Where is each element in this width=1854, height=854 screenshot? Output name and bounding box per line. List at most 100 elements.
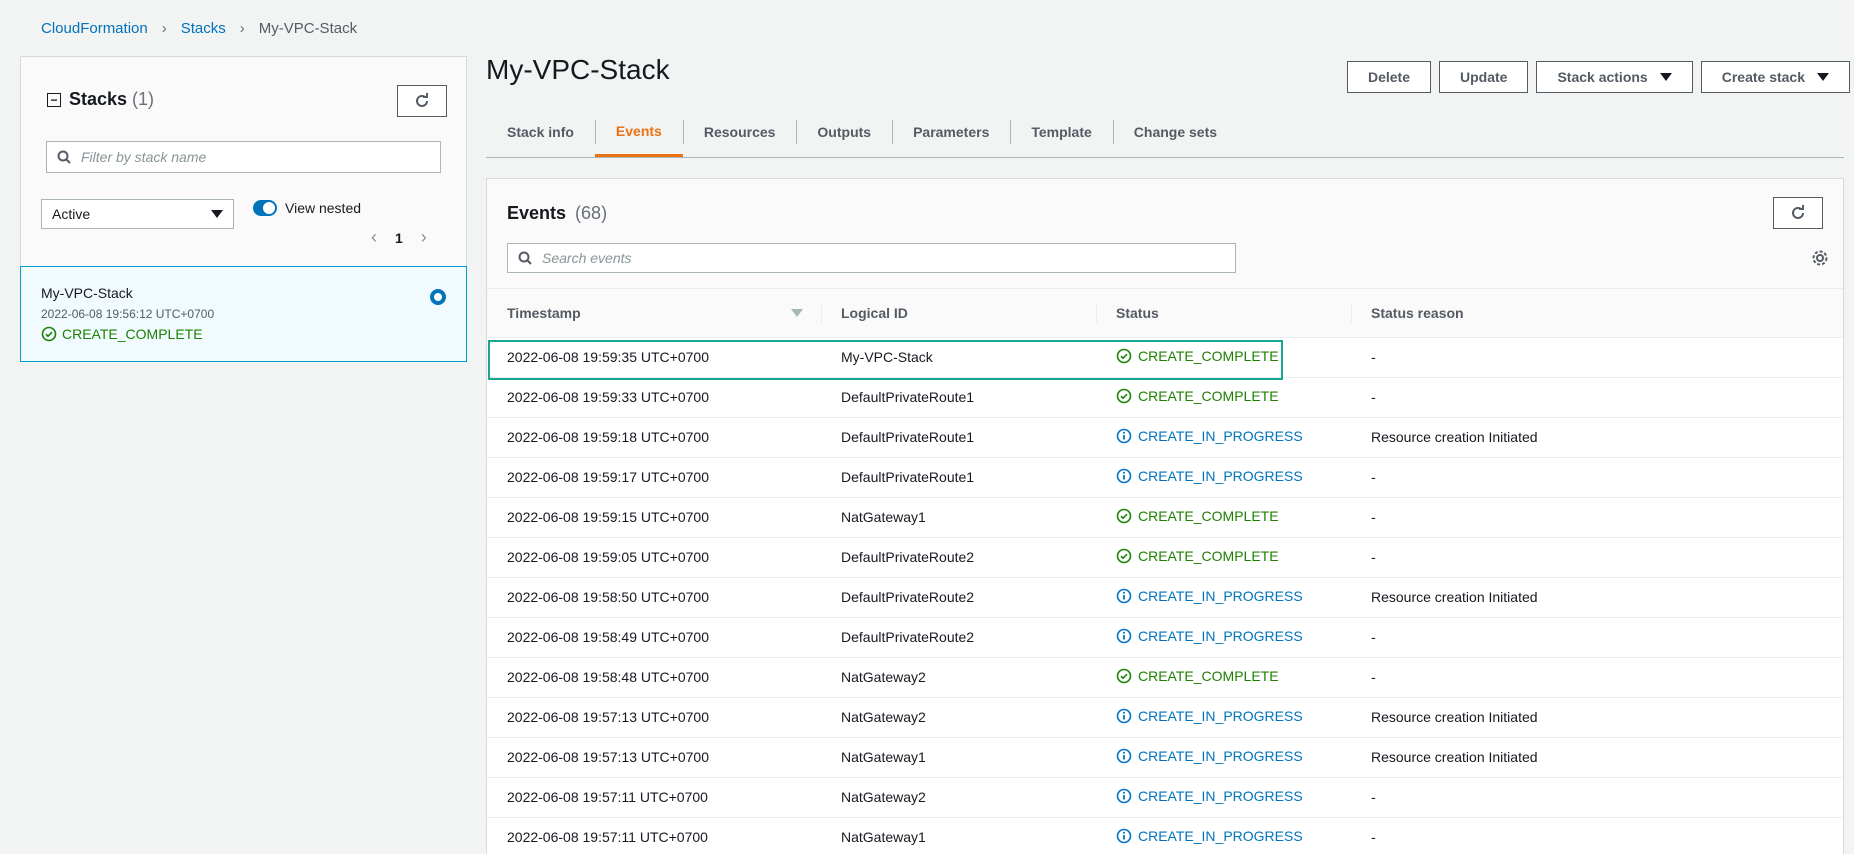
status-badge: CREATE_IN_PROGRESS — [1116, 428, 1303, 444]
cell-timestamp: 2022-06-08 19:59:15 UTC+0700 — [487, 497, 821, 538]
cell-status-reason: - — [1351, 817, 1843, 854]
cell-logical-id: NatGateway1 — [821, 737, 1096, 778]
cell-logical-id: NatGateway1 — [821, 497, 1096, 538]
cell-status: CREATE_IN_PROGRESS — [1096, 817, 1351, 854]
events-refresh-button[interactable] — [1773, 197, 1823, 229]
create-stack-dropdown[interactable]: Create stack — [1700, 61, 1850, 93]
stack-actions-dropdown[interactable]: Stack actions — [1536, 61, 1693, 93]
info-icon — [1116, 788, 1132, 803]
stacks-count: (1) — [132, 89, 155, 109]
stack-filter-input[interactable]: Filter by stack name — [46, 141, 441, 173]
delete-button[interactable]: Delete — [1346, 61, 1431, 93]
table-row: 2022-06-08 19:59:18 UTC+0700 DefaultPriva… — [487, 417, 1843, 458]
col-status-reason[interactable]: Status reason — [1351, 289, 1843, 338]
collapse-icon[interactable]: − — [47, 92, 61, 107]
search-icon — [57, 150, 71, 164]
status-label: CREATE_IN_PROGRESS — [1138, 587, 1303, 604]
search-events-input[interactable]: Search events — [507, 243, 1236, 273]
status-label: CREATE_IN_PROGRESS — [1138, 707, 1303, 724]
cell-timestamp: 2022-06-08 19:57:13 UTC+0700 — [487, 737, 821, 778]
status-label: CREATE_IN_PROGRESS — [1138, 827, 1303, 844]
stack-created-date: 2022-06-08 19:56:12 UTC+0700 — [41, 307, 215, 321]
table-row: 2022-06-08 19:59:05 UTC+0700 DefaultPriva… — [487, 537, 1843, 578]
breadcrumb-cloudformation[interactable]: CloudFormation — [41, 20, 148, 37]
chevron-left-icon[interactable]: ‹ — [371, 227, 377, 248]
tab-stack-info[interactable]: Stack info — [486, 108, 595, 156]
events-title: Events (68) — [507, 203, 607, 224]
cell-status-reason: - — [1351, 377, 1843, 418]
cell-status-reason: - — [1351, 537, 1843, 578]
success-icon — [41, 326, 57, 342]
search-icon — [518, 251, 532, 265]
tab-parameters[interactable]: Parameters — [892, 108, 1010, 156]
info-icon — [1116, 708, 1132, 723]
cell-timestamp: 2022-06-08 19:58:48 UTC+0700 — [487, 657, 821, 698]
status-label: CREATE_COMPLETE — [1138, 507, 1279, 524]
cell-status: CREATE_IN_PROGRESS — [1096, 617, 1351, 658]
status-badge: CREATE_COMPLETE — [1116, 508, 1279, 524]
success-icon — [1116, 388, 1132, 403]
info-icon — [1116, 628, 1132, 643]
status-badge: CREATE_COMPLETE — [1116, 548, 1279, 564]
cell-timestamp: 2022-06-08 19:58:49 UTC+0700 — [487, 617, 821, 658]
col-status-reason-label: Status reason — [1371, 304, 1464, 321]
tab-events[interactable]: Events — [594, 108, 683, 157]
cell-status: CREATE_IN_PROGRESS — [1096, 737, 1351, 778]
stack-radio-selected[interactable] — [430, 289, 446, 305]
status-label: CREATE_IN_PROGRESS — [1138, 787, 1303, 804]
table-row: 2022-06-08 19:58:50 UTC+0700 DefaultPriva… — [487, 577, 1843, 618]
current-page[interactable]: 1 — [395, 230, 403, 246]
cell-logical-id: DefaultPrivateRoute2 — [821, 537, 1096, 578]
cell-logical-id: DefaultPrivateRoute2 — [821, 577, 1096, 618]
status-badge: CREATE_IN_PROGRESS — [1116, 748, 1303, 764]
col-status[interactable]: Status — [1096, 289, 1351, 338]
cell-status: CREATE_COMPLETE — [1096, 497, 1351, 538]
delete-label: Delete — [1367, 69, 1410, 85]
gear-icon[interactable] — [1811, 249, 1829, 267]
info-icon — [1116, 588, 1132, 603]
cell-status-reason: Resource creation Initiated — [1351, 697, 1843, 738]
toggle-switch[interactable] — [253, 200, 277, 216]
stack-tabs: Stack info Events Resources Outputs Para… — [486, 108, 1844, 158]
stacks-refresh-button[interactable] — [397, 85, 447, 117]
success-icon — [1116, 348, 1132, 363]
cell-timestamp: 2022-06-08 19:57:11 UTC+0700 — [487, 777, 821, 818]
col-timestamp[interactable]: Timestamp — [487, 289, 821, 338]
stack-status: CREATE_COMPLETE — [41, 326, 446, 342]
refresh-icon — [416, 93, 428, 107]
success-icon — [1116, 548, 1132, 563]
cell-status-reason: - — [1351, 657, 1843, 698]
view-nested-label: View nested — [285, 200, 362, 216]
table-row: 2022-06-08 19:59:35 UTC+0700 My-VPC-Stack… — [487, 337, 1843, 378]
cell-status-reason: Resource creation Initiated — [1351, 577, 1843, 618]
tab-resources[interactable]: Resources — [682, 108, 797, 156]
tab-template[interactable]: Template — [1010, 108, 1112, 156]
cell-status-reason: Resource creation Initiated — [1351, 737, 1843, 778]
stack-list-item[interactable]: My-VPC-Stack 2022-06-08 19:56:12 UTC+070… — [20, 266, 467, 362]
update-button[interactable]: Update — [1439, 61, 1529, 93]
table-row: 2022-06-08 19:57:13 UTC+0700 NatGateway1 C… — [487, 737, 1843, 778]
chevron-right-icon[interactable]: › — [421, 227, 427, 248]
cell-logical-id: DefaultPrivateRoute1 — [821, 417, 1096, 458]
status-filter-select[interactable]: Active — [41, 199, 234, 229]
view-nested-toggle[interactable]: View nested — [253, 200, 361, 216]
refresh-icon — [1792, 205, 1804, 219]
tab-outputs[interactable]: Outputs — [796, 108, 892, 156]
events-table-header: Timestamp Logical ID Status Status reaso… — [487, 289, 1843, 338]
cell-logical-id: DefaultPrivateRoute1 — [821, 457, 1096, 498]
breadcrumb-stacks[interactable]: Stacks — [181, 20, 226, 37]
status-badge: CREATE_IN_PROGRESS — [1116, 828, 1303, 844]
cell-status: CREATE_IN_PROGRESS — [1096, 417, 1351, 458]
col-logical-id[interactable]: Logical ID — [821, 289, 1096, 338]
cell-logical-id: My-VPC-Stack — [821, 337, 1096, 378]
sort-desc-icon[interactable] — [791, 309, 803, 317]
status-badge: CREATE_IN_PROGRESS — [1116, 628, 1303, 644]
cell-logical-id: NatGateway1 — [821, 817, 1096, 854]
breadcrumb: CloudFormation › Stacks › My-VPC-Stack — [41, 20, 357, 37]
tab-change-sets[interactable]: Change sets — [1112, 108, 1238, 156]
status-badge: CREATE_COMPLETE — [1116, 388, 1279, 404]
stacks-panel-header: − Stacks (1) Filter by stack name Active… — [21, 57, 466, 267]
col-logical-id-label: Logical ID — [841, 304, 908, 321]
stack-name[interactable]: My-VPC-Stack — [41, 285, 446, 301]
table-row: 2022-06-08 19:59:15 UTC+0700 NatGateway1 C… — [487, 497, 1843, 538]
